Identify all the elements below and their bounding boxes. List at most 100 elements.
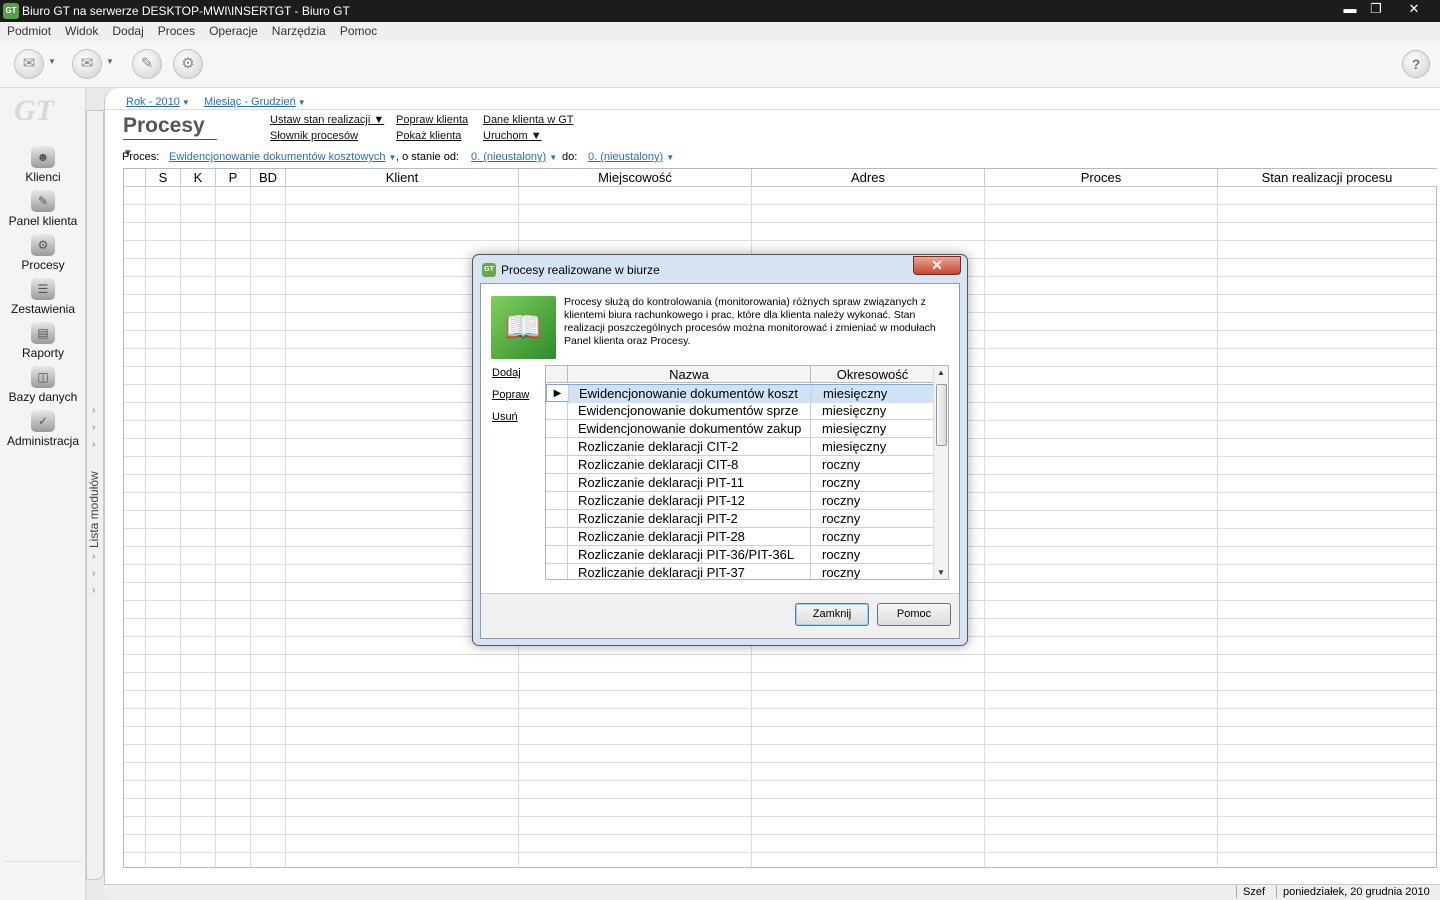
list-item[interactable]: Rozliczanie deklaracji PIT-2 roczny: [546, 510, 934, 528]
add-process-link[interactable]: Dodaj: [492, 367, 521, 379]
column-header-klient[interactable]: Klient: [286, 169, 519, 187]
delete-process-link[interactable]: Usuń: [492, 411, 518, 423]
dialog-title: Procesy realizowane w biurze: [501, 263, 660, 277]
column-header-okresowosc[interactable]: Okresowość: [811, 366, 934, 383]
receive-dropdown-icon[interactable]: ▼: [106, 57, 114, 66]
process-period: miesięczny: [812, 385, 935, 403]
dialog-content: 📖 Procesy służą do kontrolowania (monito…: [481, 284, 959, 594]
process-filter-label: Proces:: [122, 151, 160, 163]
nav-zestawienia[interactable]: ☰ Zestawienia: [0, 278, 86, 316]
menu-widok[interactable]: Widok: [58, 22, 105, 38]
menu-podmiot[interactable]: Podmiot: [0, 22, 58, 38]
nav-procesy[interactable]: ⚙ Procesy: [0, 234, 86, 272]
process-name: Rozliczanie deklaracji CIT-2: [568, 438, 811, 456]
column-header-miejscowosc[interactable]: Miejscowość: [519, 169, 752, 187]
menu-narzedzia[interactable]: Narzędzia: [265, 22, 333, 38]
process-dictionary-link[interactable]: Słownik procesów: [270, 130, 358, 142]
menu-operacje[interactable]: Operacje: [202, 22, 265, 38]
receive-icon[interactable]: ✉: [72, 49, 102, 79]
menu-pomoc[interactable]: Pomoc: [333, 22, 384, 38]
chevron-right-icon[interactable]: ›: [92, 439, 95, 450]
help-icon[interactable]: ?: [1402, 50, 1430, 78]
process-filter-select[interactable]: Ewidencjonowanie dokumentów kosztowych ▼: [169, 151, 396, 163]
scroll-down-icon[interactable]: ▼: [937, 568, 945, 577]
chevron-right-icon[interactable]: ›: [92, 568, 95, 579]
year-selector[interactable]: Rok - 2010 ▼: [126, 96, 190, 108]
tools-icon[interactable]: ✎: [132, 49, 162, 79]
column-header-p[interactable]: P: [216, 169, 251, 187]
list-item[interactable]: ▶ Ewidencjonowanie dokumentów koszt miesię…: [546, 384, 935, 403]
grid-line: [180, 169, 181, 869]
nav-label: Bazy danych: [8, 390, 78, 404]
scroll-thumb[interactable]: [936, 384, 947, 446]
list-item[interactable]: Ewidencjonowanie dokumentów sprze miesięc…: [546, 402, 934, 420]
nav-divider: [4, 861, 82, 862]
chevron-right-icon[interactable]: ›: [92, 551, 95, 562]
nav-label: Raporty: [21, 346, 65, 360]
client-data-link[interactable]: Dane klienta w GT: [483, 114, 573, 126]
settings-icon[interactable]: ⚙: [173, 49, 203, 79]
row-indicator: [546, 420, 568, 438]
chevron-right-icon[interactable]: ›: [92, 422, 95, 433]
fix-client-link[interactable]: Popraw klienta: [396, 114, 468, 126]
send-icon[interactable]: ✉: [14, 49, 44, 79]
status-user: Szef: [1236, 886, 1265, 898]
help-button[interactable]: Pomoc: [877, 603, 951, 626]
vertical-scrollbar[interactable]: ▲ ▼: [933, 366, 948, 579]
column-header-k[interactable]: K: [181, 169, 216, 187]
column-header-adres[interactable]: Adres: [752, 169, 985, 187]
column-header-s[interactable]: S: [146, 169, 181, 187]
list-item[interactable]: Rozliczanie deklaracji CIT-2 miesięczny: [546, 438, 934, 456]
nav-klienci[interactable]: ☻ Klienci: [0, 146, 86, 184]
send-dropdown-icon[interactable]: ▼: [48, 57, 56, 66]
process-list[interactable]: Nazwa Okresowość ▶ Ewidencjonowanie dokum…: [545, 365, 949, 580]
list-item[interactable]: Rozliczanie deklaracji PIT-11 roczny: [546, 474, 934, 492]
menu-dodaj[interactable]: Dodaj: [105, 22, 150, 38]
minimize-icon[interactable]: ▬: [1336, 0, 1364, 18]
edit-process-link[interactable]: Popraw: [492, 389, 529, 401]
grid-line: [285, 169, 286, 869]
chevron-down-icon: ▼: [530, 130, 542, 142]
list-item[interactable]: Rozliczanie deklaracji PIT-37 roczny: [546, 564, 934, 579]
gears-icon: ⚙: [31, 234, 55, 256]
list-item[interactable]: Rozliczanie deklaracji PIT-28 roczny: [546, 528, 934, 546]
divider: [105, 109, 1440, 110]
list-item[interactable]: Rozliczanie deklaracji PIT-36/PIT-36L roc…: [546, 546, 934, 564]
row-indicator: [546, 402, 568, 420]
chevron-right-icon[interactable]: ›: [92, 405, 95, 416]
window-title: Biuro GT na serwerze DESKTOP-MWI\INSERTG…: [22, 4, 350, 18]
app-icon: GT: [3, 3, 19, 19]
chevron-right-icon[interactable]: ›: [92, 585, 95, 596]
nav-raporty[interactable]: ▤ Raporty: [0, 322, 86, 360]
nav-panel-klienta[interactable]: ✎ Panel klienta: [0, 190, 86, 228]
page-title[interactable]: Procesy ▼: [123, 114, 217, 159]
menu-proces[interactable]: Proces: [151, 22, 202, 38]
scroll-up-icon[interactable]: ▲: [937, 368, 945, 377]
show-client-link[interactable]: Pokaż klienta: [396, 130, 461, 142]
set-status-link[interactable]: Ustaw stan realizacji ▼: [270, 114, 384, 126]
column-header-bd[interactable]: BD: [251, 169, 286, 187]
state-to-select[interactable]: 0. (nieustalony) ▼: [588, 151, 674, 163]
title-bar: GT Biuro GT na serwerze DESKTOP-MWI\INSE…: [0, 0, 1440, 22]
close-icon[interactable]: ✕: [1400, 0, 1428, 18]
close-button[interactable]: Zamknij: [795, 603, 869, 626]
state-from-select[interactable]: 0. (nieustalony) ▼: [471, 151, 557, 163]
column-header-nazwa[interactable]: Nazwa: [568, 366, 811, 383]
list-item[interactable]: Ewidencjonowanie dokumentów zakup miesięc…: [546, 420, 934, 438]
process-period: miesięczny: [822, 421, 887, 436]
list-item[interactable]: Rozliczanie deklaracji PIT-12 roczny: [546, 492, 934, 510]
month-selector[interactable]: Miesiąc - Grudzień ▼: [204, 96, 306, 108]
dialog-close-icon[interactable]: ✕: [913, 256, 961, 275]
row-indicator: [546, 564, 568, 579]
list-item[interactable]: Rozliczanie deklaracji CIT-8 roczny: [546, 456, 934, 474]
nav-label: Klienci: [25, 170, 61, 184]
column-header-proces[interactable]: Proces: [985, 169, 1218, 187]
grid-line: [145, 169, 146, 869]
run-link[interactable]: Uruchom ▼: [483, 130, 542, 142]
nav-administracja[interactable]: ✓ Administracja: [0, 410, 86, 448]
nav-bazy-danych[interactable]: ◫ Bazy danych: [0, 366, 86, 404]
grid-line: [1217, 169, 1218, 869]
restore-icon[interactable]: ❐: [1362, 0, 1390, 18]
column-header-stan[interactable]: Stan realizacji procesu: [1218, 169, 1436, 187]
module-strip[interactable]: › › › Lista modułów › › ›: [86, 110, 104, 880]
